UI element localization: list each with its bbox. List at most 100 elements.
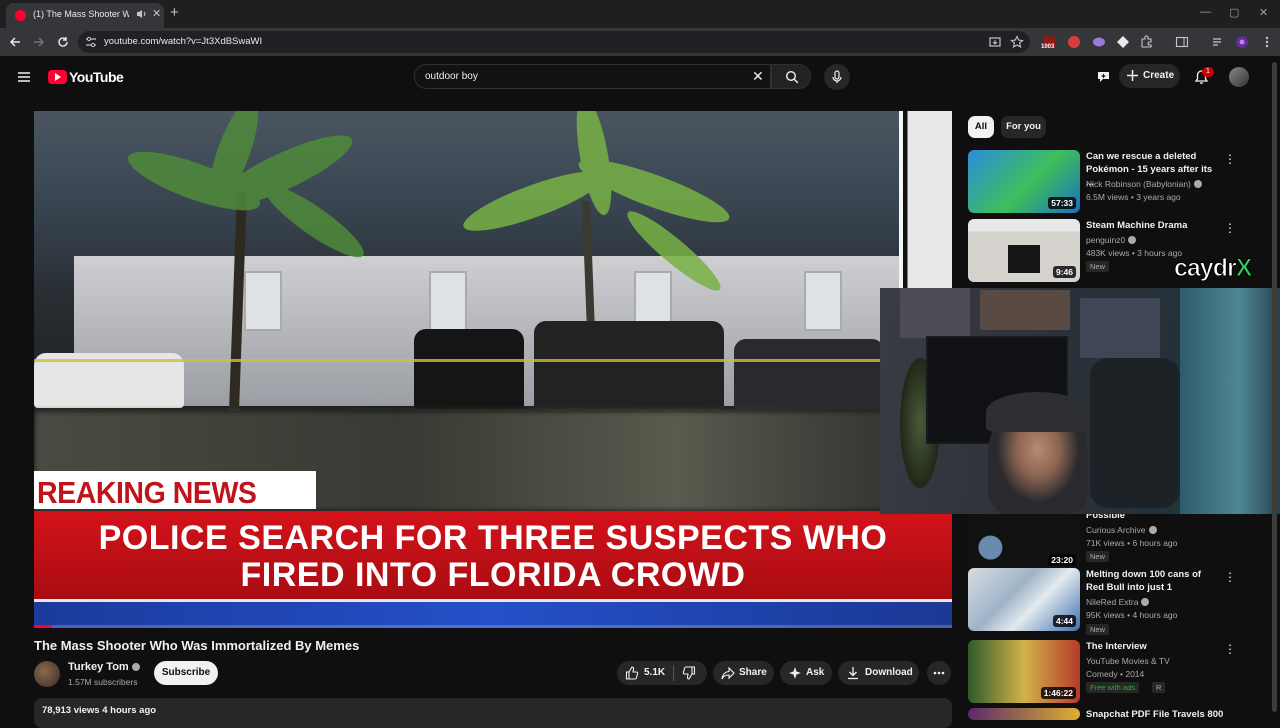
like-count: 5.1K	[644, 667, 666, 678]
watermark-main-text: caydr	[1174, 254, 1238, 283]
search-input[interactable]: outdoor boy ✕	[414, 64, 771, 89]
playback-progress-bar[interactable]	[34, 625, 952, 628]
channel-text: Nick Robinson (Babylonian)	[1086, 179, 1191, 189]
recommendation-meta: 483K views • 3 hours ago	[1086, 248, 1183, 258]
recommendation-item[interactable]: 57:33 Can we rescue a deleted Pokémon - …	[968, 150, 1268, 216]
recommendation-channel[interactable]: Curious Archive	[1086, 525, 1157, 535]
video-thumbnail[interactable]: 57:33	[968, 150, 1080, 213]
video-duration: 57:33	[1048, 197, 1076, 209]
share-button[interactable]: Share	[713, 661, 774, 685]
more-vertical-icon[interactable]: ⋮	[1224, 642, 1236, 656]
clear-search-icon[interactable]: ✕	[752, 68, 764, 85]
reload-icon[interactable]	[56, 35, 70, 49]
more-vertical-icon[interactable]: ⋮	[1224, 221, 1236, 235]
purple-extension-icon[interactable]	[1092, 35, 1106, 49]
streamer-webcam-overlay	[880, 288, 1280, 514]
ask-button[interactable]: Ask	[780, 661, 832, 685]
channel-name[interactable]: Turkey Tom	[68, 661, 140, 673]
back-arrow-icon[interactable]	[8, 35, 22, 49]
verified-check-icon	[1128, 236, 1137, 244]
recommendation-title[interactable]: Melting down 100 cans of Red Bull into j…	[1086, 568, 1220, 594]
recommendation-channel[interactable]: NileRed Extra	[1086, 597, 1150, 607]
sidepanel-icon[interactable]	[1175, 35, 1189, 49]
install-app-icon[interactable]	[988, 35, 1002, 49]
chip-all[interactable]: All	[968, 116, 994, 138]
tab-title: (1) The Mass Shooter Who Was Immortalize…	[33, 9, 129, 19]
recommendation-item[interactable]: 4:44 Melting down 100 cans of Red Bull i…	[968, 568, 1268, 635]
new-badge: New	[1086, 261, 1110, 272]
video-player[interactable]: REAKING NEWS POLICE SEARCH FOR THREE SUS…	[34, 111, 952, 628]
maximize-window-button[interactable]: ▢	[1229, 6, 1239, 19]
like-button[interactable]: 5.1K	[617, 661, 673, 685]
red-extension-icon[interactable]	[1067, 35, 1081, 49]
recommendation-title[interactable]: The Interview	[1086, 640, 1220, 653]
browser-tab[interactable]: (1) The Mass Shooter Who Was Immortalize…	[6, 3, 164, 28]
new-badge: New	[1086, 551, 1110, 562]
puzzle-extensions-icon[interactable]	[1140, 35, 1154, 49]
streamer-watermark: caydrX	[1174, 254, 1253, 283]
new-tab-button[interactable]: +	[170, 4, 179, 21]
more-vertical-icon[interactable]: ⋮	[1224, 570, 1236, 584]
microphone-icon	[831, 70, 843, 84]
verified-check-icon	[1148, 526, 1157, 534]
recommendation-title[interactable]: Steam Machine Drama	[1086, 219, 1220, 232]
video-thumbnail[interactable]: 9:46	[968, 219, 1080, 282]
search-button[interactable]	[771, 64, 811, 89]
verified-check-icon	[131, 663, 140, 671]
search-icon	[785, 70, 799, 84]
extension-counter-badge: 1003	[1041, 44, 1055, 50]
dislike-button[interactable]	[674, 661, 707, 685]
gaming-chair	[1090, 358, 1180, 508]
channel-text: penguinz0	[1086, 235, 1126, 245]
free-with-ads-badge: Free with ads	[1086, 682, 1140, 693]
video-thumbnail[interactable]: 23:20	[968, 514, 1080, 570]
news-headline-banner: POLICE SEARCH FOR THREE SUSPECTS WHO FIR…	[34, 511, 952, 599]
diamond-extension-icon[interactable]	[1116, 35, 1130, 49]
account-avatar[interactable]	[1229, 67, 1249, 87]
more-actions-button[interactable]	[927, 661, 951, 685]
channel-avatar[interactable]	[34, 661, 60, 687]
recommendation-channel[interactable]: Nick Robinson (Babylonian)	[1086, 179, 1202, 189]
subscribe-button[interactable]: Subscribe	[154, 661, 218, 685]
recommendation-item[interactable]: 1:46:22 The Interview YouTube Movies & T…	[968, 640, 1268, 703]
crime-scene-tape	[34, 359, 914, 362]
breaking-news-text: REAKING NEWS	[37, 475, 257, 510]
download-button[interactable]: Download	[838, 661, 919, 685]
playback-progress-fill	[34, 625, 53, 628]
store-window	[804, 271, 842, 331]
recommendation-item[interactable]: 23:20 Possible Curious Archive 71K views…	[968, 509, 1268, 570]
bookmark-star-icon[interactable]	[1010, 35, 1024, 49]
tab-close-icon[interactable]: ✕	[152, 7, 161, 20]
chip-for-you[interactable]: For you	[1001, 116, 1046, 138]
browser-menu-icon[interactable]	[1260, 35, 1274, 49]
speaker-icon[interactable]	[136, 8, 148, 20]
recommendation-channel[interactable]: YouTube Movies & TV	[1086, 656, 1170, 666]
forward-arrow-icon[interactable]	[32, 35, 46, 49]
video-thumbnail[interactable]: 1:46:22	[968, 640, 1080, 703]
page-scrollbar[interactable]	[1272, 62, 1277, 712]
profile-icon[interactable]	[1235, 35, 1249, 49]
thumbnail-box	[1008, 245, 1040, 273]
new-badge: New	[1086, 624, 1110, 635]
recommendation-title[interactable]: Snapchat PDF File Travels 800	[1086, 708, 1246, 720]
url-text: youtube.com/watch?v=Jt3XdBSwaWI	[104, 36, 263, 47]
video-thumbnail[interactable]	[968, 708, 1080, 720]
news-ticker-band	[34, 599, 952, 628]
minimize-window-button[interactable]: —	[1200, 6, 1211, 18]
browser-tab-strip: (1) The Mass Shooter Who Was Immortalize…	[0, 0, 1280, 28]
ai-sparkle-icon[interactable]	[1096, 69, 1111, 84]
rating-badge: R	[1152, 682, 1166, 693]
views-and-date: 78,913 views 4 hours ago	[42, 705, 157, 716]
voice-search-button[interactable]	[824, 64, 850, 90]
description-box[interactable]: 78,913 views 4 hours ago	[34, 698, 952, 728]
recommendation-item[interactable]: Snapchat PDF File Travels 800	[968, 708, 1268, 720]
create-button[interactable]: Create	[1119, 64, 1180, 88]
more-vertical-icon[interactable]: ⋮	[1224, 152, 1236, 166]
recommendation-channel[interactable]: penguinz0	[1086, 235, 1137, 245]
site-settings-icon[interactable]	[85, 36, 97, 48]
hamburger-menu-icon[interactable]	[17, 70, 31, 84]
address-bar[interactable]: youtube.com/watch?v=Jt3XdBSwaWI	[78, 31, 1030, 53]
media-controls-icon[interactable]	[1211, 35, 1225, 49]
video-thumbnail[interactable]: 4:44	[968, 568, 1080, 631]
close-window-button[interactable]: ✕	[1259, 6, 1268, 19]
